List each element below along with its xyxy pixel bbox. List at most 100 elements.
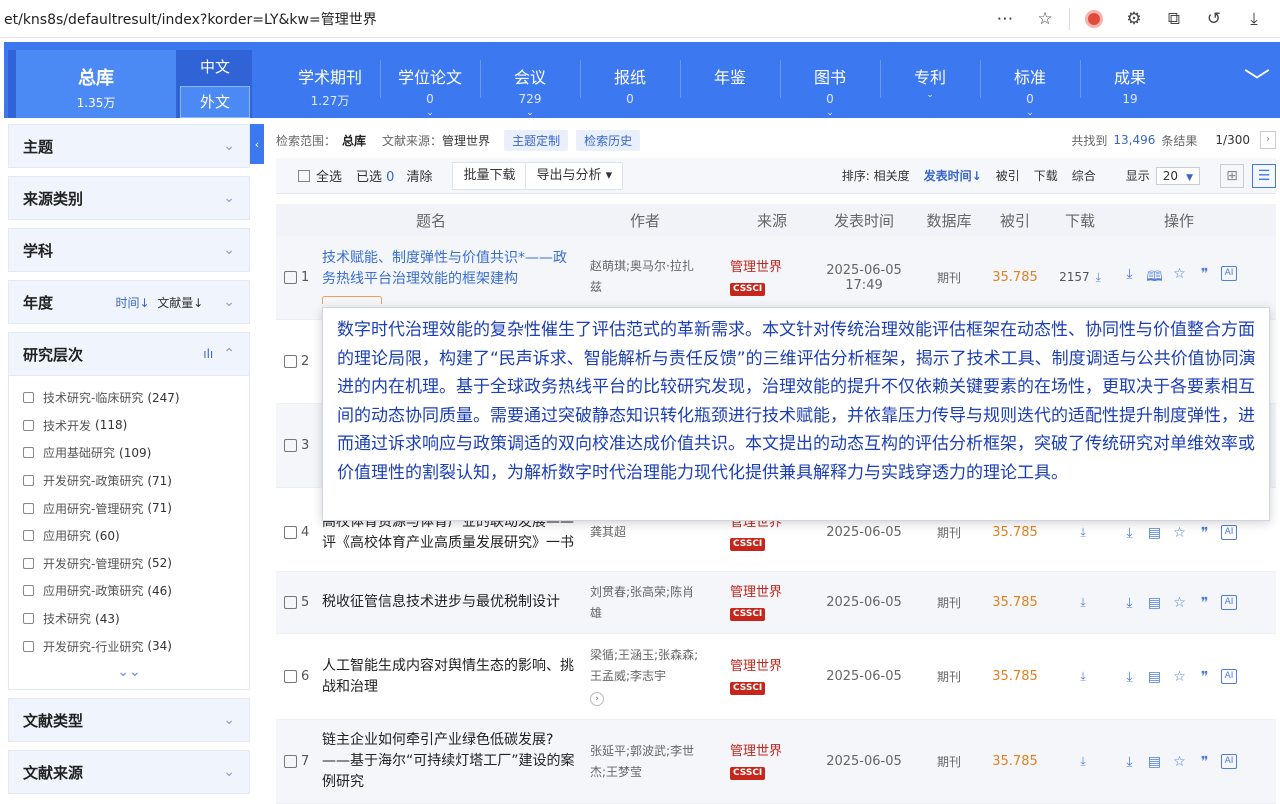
favorite-icon[interactable]: ☆ [1025,3,1065,35]
ai-icon[interactable]: AI [1221,668,1237,684]
row-checkbox[interactable] [284,670,297,683]
lang-foreign-button[interactable]: 外文 [180,86,250,118]
list-view-icon[interactable]: ☰ [1252,163,1276,188]
facet-source-type[interactable]: 来源类别 ⌄ [8,176,250,220]
sort-overall[interactable]: 综合 [1072,167,1096,184]
sort-date[interactable]: 发表时间↓ [924,167,982,184]
download-count[interactable]: ⤓ [1046,525,1114,540]
cited-count[interactable]: 35.785 [984,754,1046,769]
result-title-link[interactable]: 链主企业如何牵引产业绿色低碳发展?——基于海尔“可持续灯塔工厂”建设的案例研究 [322,730,586,793]
list-item[interactable]: 应用研究-政策研究 (46) [23,577,235,605]
row-checkbox[interactable] [284,355,297,368]
facet-topic[interactable]: 主题 ⌄ [8,124,250,168]
facet-document-source[interactable]: 文献来源 ⌄ [8,750,250,794]
facet-subject[interactable]: 学科 ⌄ [8,228,250,272]
quote-icon[interactable]: ❞ [1196,525,1213,541]
download-count[interactable]: ⤓ [1046,669,1114,684]
sort-by-time[interactable]: 时间↓ [116,296,150,310]
download-count[interactable]: 2157 ⤓ [1046,270,1114,285]
source[interactable]: 管理世界 CSSCI [730,583,814,623]
extensions-icon[interactable]: ⚙ [1114,3,1154,35]
tab-theses[interactable]: 学位论文 0 ⌄ [380,42,480,118]
sort-download[interactable]: 下载 [1034,167,1058,184]
row-checkbox[interactable] [284,596,297,609]
favorite-icon[interactable]: ☆ [1171,525,1188,541]
checkbox[interactable] [23,419,34,431]
list-item[interactable]: 技术研究 (43) [23,605,235,633]
tab-standards[interactable]: 标准 0 ⌄ [980,42,1080,118]
tab-yearbooks[interactable]: 年鉴 [680,42,780,118]
tab-newspapers[interactable]: 报纸 0 [580,42,680,118]
list-item[interactable]: 技术开发 (118) [23,412,235,440]
show-more-icon[interactable]: ⌄⌄ [23,664,235,680]
facet-research-level[interactable]: 研究层次 ılı ⌃ [8,332,250,376]
checkbox[interactable] [23,613,34,625]
download-icon[interactable]: ⤓ [1121,266,1138,290]
expand-more-icon[interactable]: ﹀ [1244,62,1270,99]
row-checkbox[interactable] [284,526,297,539]
pdf-icon[interactable]: ▤ [1146,525,1163,541]
download-icon[interactable]: ⤓ [1121,669,1138,685]
history-icon[interactable]: ↺ [1194,3,1234,35]
list-item[interactable]: 开发研究-管理研究 (52) [23,550,235,578]
source[interactable]: 管理世界 CSSCI [730,657,814,697]
custom-topic-button[interactable]: 主题定制 [504,129,569,151]
download-count[interactable]: ⤓ [1046,595,1114,610]
clear-button[interactable]: 清除 [406,166,432,185]
source[interactable]: 管理世界 CSSCI [730,258,814,298]
cited-count[interactable]: 35.785 [984,525,1046,540]
ai-icon[interactable]: AI [1221,594,1237,610]
authors[interactable]: 刘贯春;张高荣;陈肖雄 [586,582,704,624]
favorite-icon[interactable]: ☆ [1171,595,1188,611]
tab-books[interactable]: 图书 0 ⌄ [780,42,880,118]
authors[interactable]: 龚其超 [586,522,704,543]
address-bar[interactable]: et/kns8s/defaultresult/index?korder=LY&k… [0,9,985,29]
download-icon[interactable]: ⤓ [1121,754,1138,770]
batch-download-button[interactable]: 批量下载 [452,161,527,190]
row-checkbox[interactable] [284,439,297,452]
download-icon[interactable]: ⤓ [1234,3,1274,35]
quote-icon[interactable]: ❞ [1196,754,1213,770]
authors[interactable]: 赵萌琪;奥马尔·拉扎兹 [586,236,704,298]
cited-count[interactable]: 35.785 [984,595,1046,610]
tab-all-databases[interactable]: 总库 1.35万 [16,50,176,118]
list-item[interactable]: 应用基础研究 (109) [23,439,235,467]
export-analysis-button[interactable]: 导出与分析 ▾ [526,161,624,190]
tab-journals[interactable]: 学术期刊 1.27万 [280,42,380,118]
facet-year[interactable]: 年度 时间↓ 文献量↓ ⌄ [8,280,250,324]
select-all-checkbox[interactable] [298,169,310,182]
checkbox[interactable] [23,502,34,514]
checkbox[interactable] [23,392,34,404]
lang-chinese-button[interactable]: 中文 [180,52,250,84]
row-checkbox[interactable] [284,755,297,768]
pdf-icon[interactable]: ▤ [1146,754,1163,770]
favorite-icon[interactable]: ☆ [1171,754,1188,770]
profile-icon[interactable] [1074,3,1114,35]
result-title-link[interactable]: 技术赋能、制度弹性与价值共识*——政务热线平台治理效能的框架建构 [322,236,586,311]
collapse-sidebar-button[interactable]: ‹ [250,124,264,164]
checkbox[interactable] [23,530,34,542]
download-icon[interactable]: ⤓ [1121,595,1138,611]
cited-count[interactable]: 35.785 [984,270,1046,285]
tab-achievements[interactable]: 成果 19 [1080,42,1180,118]
more-icon[interactable]: ⋯ [985,3,1025,35]
page-size-select[interactable]: 20 ▼ [1155,166,1200,185]
grid-view-icon[interactable]: ⊞ [1220,163,1244,188]
tab-patents[interactable]: 专利 ⌄ [880,42,980,118]
read-online-icon[interactable]: 🕮 [1146,266,1163,290]
list-item[interactable]: 应用研究-管理研究 (71) [23,494,235,522]
authors[interactable]: 张延平;郭波武;李世杰;王梦莹 [586,741,704,783]
download-icon[interactable]: ⤓ [1121,525,1138,541]
quote-icon[interactable]: ❞ [1196,266,1213,290]
checkbox[interactable] [23,557,34,569]
checkbox[interactable] [23,475,34,487]
sort-relevance[interactable]: 相关度 [874,169,910,183]
ai-icon[interactable]: AI [1221,524,1237,540]
list-item[interactable]: 应用研究 (60) [23,522,235,550]
checkbox[interactable] [23,640,34,652]
select-all-label[interactable]: 全选 [316,166,342,185]
checkbox[interactable] [23,447,34,459]
sort-cited[interactable]: 被引 [996,167,1020,184]
result-title-link[interactable]: 税收征管信息技术进步与最优税制设计 [322,592,586,613]
cited-count[interactable]: 35.785 [984,669,1046,684]
